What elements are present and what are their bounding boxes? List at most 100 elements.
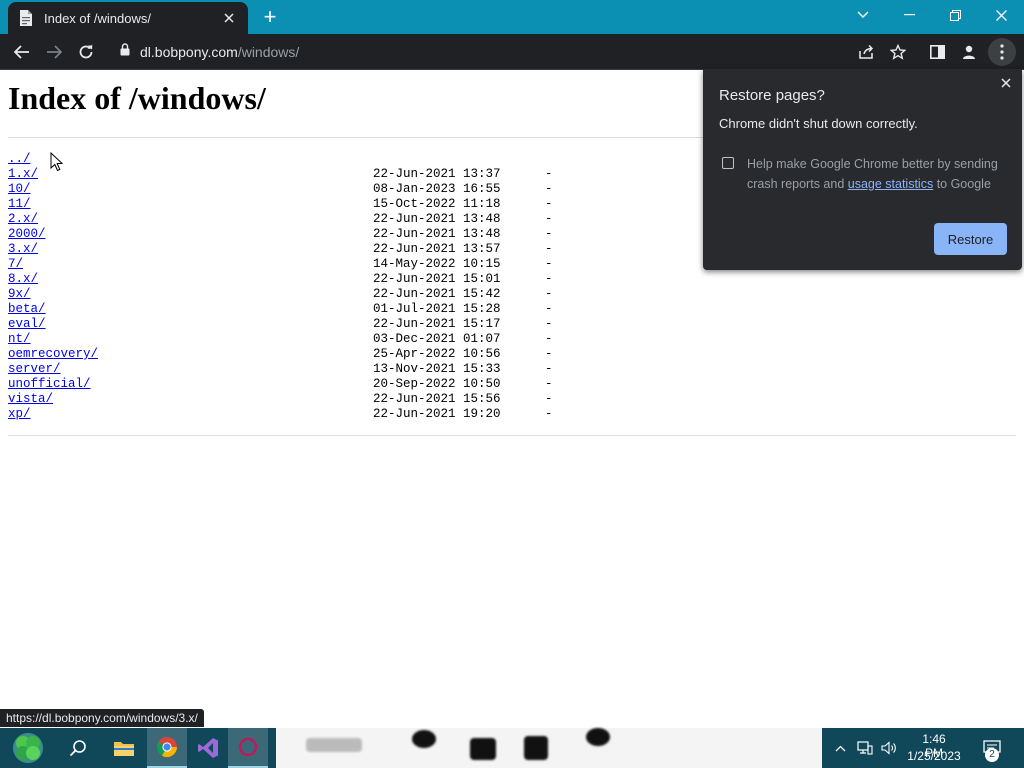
file-size: - [545,272,553,286]
app-taskbar-icon[interactable] [228,728,268,768]
modified-date: 08-Jan-2023 16:55 [373,182,501,196]
modified-date: 20-Sep-2022 10:50 [373,377,501,391]
modified-date: 22-Jun-2021 15:42 [373,287,501,301]
file-size: - [545,392,553,406]
file-size: - [545,197,553,211]
tab-search-icon[interactable] [840,0,886,30]
minimize-icon[interactable] [886,0,932,30]
chrome-taskbar-icon[interactable] [147,728,187,768]
chevron-up-icon[interactable] [830,728,850,768]
modified-date: 13-Nov-2021 15:33 [373,362,501,376]
modified-date: 22-Jun-2021 13:48 [373,212,501,226]
clock-date[interactable]: 1/25/2023 [906,749,962,763]
usage-statistics-link[interactable]: usage statistics [848,177,933,191]
directory-link[interactable]: 9x/ [8,287,31,302]
side-panel-icon[interactable] [923,38,951,66]
modified-date: 01-Jul-2021 15:28 [373,302,501,316]
new-tab-button[interactable]: + [256,6,284,30]
forward-icon[interactable] [40,38,68,66]
file-size: - [545,182,553,196]
page-title: Index of /windows/ [8,80,266,116]
directory-link[interactable]: 10/ [8,182,31,197]
file-size: - [545,212,553,226]
modified-date: 22-Jun-2021 13:48 [373,227,501,241]
directory-link[interactable]: 8.x/ [8,272,38,287]
blurred-region [276,728,822,768]
directory-link[interactable]: oemrecovery/ [8,347,98,362]
modified-date: 22-Jun-2021 13:57 [373,242,501,256]
file-size: - [545,407,553,421]
directory-link[interactable]: 2000/ [8,227,46,242]
directory-link[interactable]: 2.x/ [8,212,38,227]
file-size: - [545,302,553,316]
menu-icon[interactable] [988,38,1016,66]
url-path: /windows/ [237,44,300,60]
taskbar: 1:46 PM 1/25/2023 2 [0,728,1024,768]
directory-link[interactable]: unofficial/ [8,377,91,392]
modified-date: 22-Jun-2021 15:17 [373,317,501,331]
file-size: - [545,362,553,376]
file-size: - [545,332,553,346]
file-explorer-icon[interactable] [104,728,144,768]
tab-title: Index of /windows/ [44,10,151,26]
browser-toolbar: dl.bobpony.com/windows/ [0,34,1024,70]
modified-date: 15-Oct-2022 11:18 [373,197,501,211]
parent-directory-link[interactable]: ../ [8,152,31,167]
close-icon[interactable] [998,75,1014,91]
crash-report-checkbox[interactable] [722,157,734,169]
option-text-end: to Google [933,177,991,191]
close-window-icon[interactable] [978,0,1024,30]
lock-icon[interactable] [120,43,130,61]
modified-date: 22-Jun-2021 13:37 [373,167,501,181]
tab-strip: Index of /windows/ + [0,0,1024,34]
crash-report-label: Help make Google Chrome better by sendin… [747,154,1007,194]
modified-date: 22-Jun-2021 15:01 [373,272,501,286]
file-size: - [545,377,553,391]
directory-link[interactable]: xp/ [8,407,31,422]
notification-count-badge: 2 [985,748,999,762]
tab-active[interactable]: Index of /windows/ [8,2,248,34]
dialog-message: Chrome didn't shut down correctly. [719,116,918,131]
restore-window-icon[interactable] [932,0,978,30]
modified-date: 14-May-2022 10:15 [373,257,501,271]
reload-icon[interactable] [72,38,100,66]
modified-date: 22-Jun-2021 19:20 [373,407,501,421]
file-size: - [545,347,553,361]
modified-date: 22-Jun-2021 15:56 [373,392,501,406]
file-size: - [545,167,553,181]
directory-link[interactable]: eval/ [8,317,46,332]
directory-link[interactable]: 3.x/ [8,242,38,257]
directory-link[interactable]: nt/ [8,332,31,347]
mouse-cursor-icon [50,151,64,177]
directory-link[interactable]: server/ [8,362,61,377]
directory-link[interactable]: 11/ [8,197,31,212]
visual-studio-icon[interactable] [188,728,228,768]
link-status-bubble: https://dl.bobpony.com/windows/3.x/ [0,709,204,727]
volume-icon[interactable] [878,728,900,768]
modified-date: 03-Dec-2021 01:07 [373,332,501,346]
file-size: - [545,317,553,331]
file-size: - [545,227,553,241]
dialog-title: Restore pages? [719,87,825,104]
restore-button[interactable]: Restore [934,223,1007,255]
url-host: dl.bobpony.com [140,44,238,60]
directory-link[interactable]: 1.x/ [8,167,38,182]
file-size: - [545,242,553,256]
close-icon[interactable] [220,9,238,27]
bottom-divider [8,435,1016,436]
directory-link[interactable]: 7/ [8,257,23,272]
network-icon[interactable] [854,728,876,768]
share-icon[interactable] [852,38,880,66]
restore-pages-dialog: Restore pages? Chrome didn't shut down c… [703,69,1022,270]
profile-icon[interactable] [955,38,983,66]
start-button[interactable] [6,728,50,768]
modified-date: 25-Apr-2022 10:56 [373,347,501,361]
search-icon[interactable] [58,728,98,768]
back-icon[interactable] [8,38,36,66]
directory-link[interactable]: beta/ [8,302,46,317]
bookmark-star-icon[interactable] [884,38,912,66]
directory-link[interactable]: vista/ [8,392,53,407]
address-bar[interactable]: dl.bobpony.com/windows/ [108,37,918,67]
page-icon [18,10,34,26]
file-size: - [545,287,553,301]
